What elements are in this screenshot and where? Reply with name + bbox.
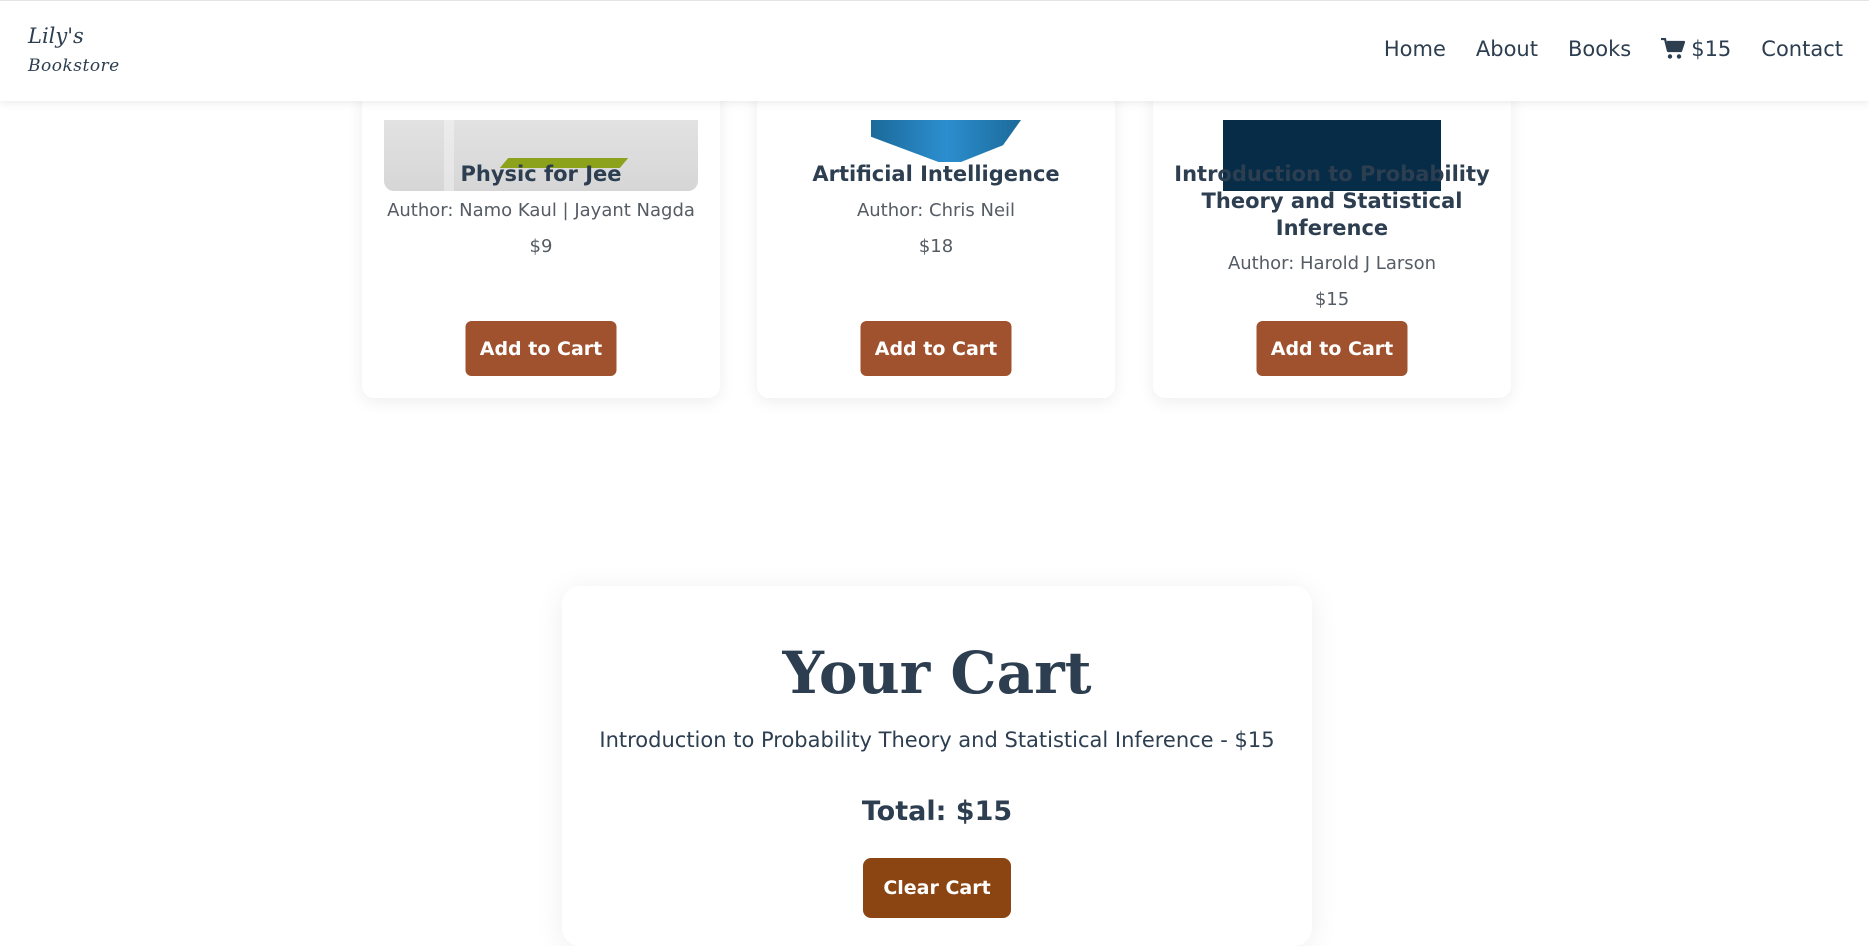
cart-section: Your Cart Introduction to Probability Th… (562, 586, 1312, 946)
nav-contact-link[interactable]: Contact (1761, 37, 1843, 61)
book-price: $9 (529, 236, 553, 257)
site-logo[interactable]: Lily's Bookstore (28, 21, 120, 81)
cart-item: Introduction to Probability Theory and S… (599, 728, 1275, 752)
add-to-cart-button[interactable]: Add to Cart (465, 321, 617, 376)
cart-total: Total: $15 (861, 796, 1013, 827)
book-card-physic-for-jee: Physic for Jee Author: Namo Kaul | Jayan… (362, 60, 720, 398)
clear-cart-button[interactable]: Clear Cart (863, 858, 1011, 918)
book-author: Author: Harold J Larson (1227, 253, 1437, 274)
book-card-probability-theory: Introduction to Probability Theory and S… (1153, 60, 1511, 398)
book-title: Artificial Intelligence (812, 162, 1060, 186)
book-price: $18 (918, 236, 954, 257)
nav-cart-link[interactable]: $15 (1661, 37, 1731, 61)
book-price: $15 (1314, 289, 1350, 310)
add-to-cart-button[interactable]: Add to Cart (860, 321, 1012, 376)
shopping-cart-icon (1661, 38, 1686, 59)
site-header: Lily's Bookstore Home About Books $15 Co… (0, 0, 1869, 101)
add-to-cart-button[interactable]: Add to Cart (1256, 321, 1408, 376)
book-title: Introduction to Probability Theory and S… (1174, 162, 1490, 240)
main-nav: Home About Books $15 Contact (1384, 37, 1843, 61)
nav-about-link[interactable]: About (1476, 37, 1538, 61)
logo-line-1: Lily's (28, 24, 84, 48)
logo-line-2: Bookstore (28, 56, 120, 76)
book-title: Physic for Jee (460, 162, 622, 186)
book-author: Author: Chris Neil (856, 200, 1016, 221)
book-card-artificial-intelligence: Artificial Intelligence Author: Chris Ne… (757, 60, 1115, 398)
book-author: Author: Namo Kaul | Jayant Nagda (387, 200, 695, 221)
nav-home-link[interactable]: Home (1384, 37, 1446, 61)
nav-cart-total: $15 (1691, 37, 1732, 61)
cart-title: Your Cart (782, 639, 1092, 707)
nav-books-link[interactable]: Books (1568, 37, 1631, 61)
